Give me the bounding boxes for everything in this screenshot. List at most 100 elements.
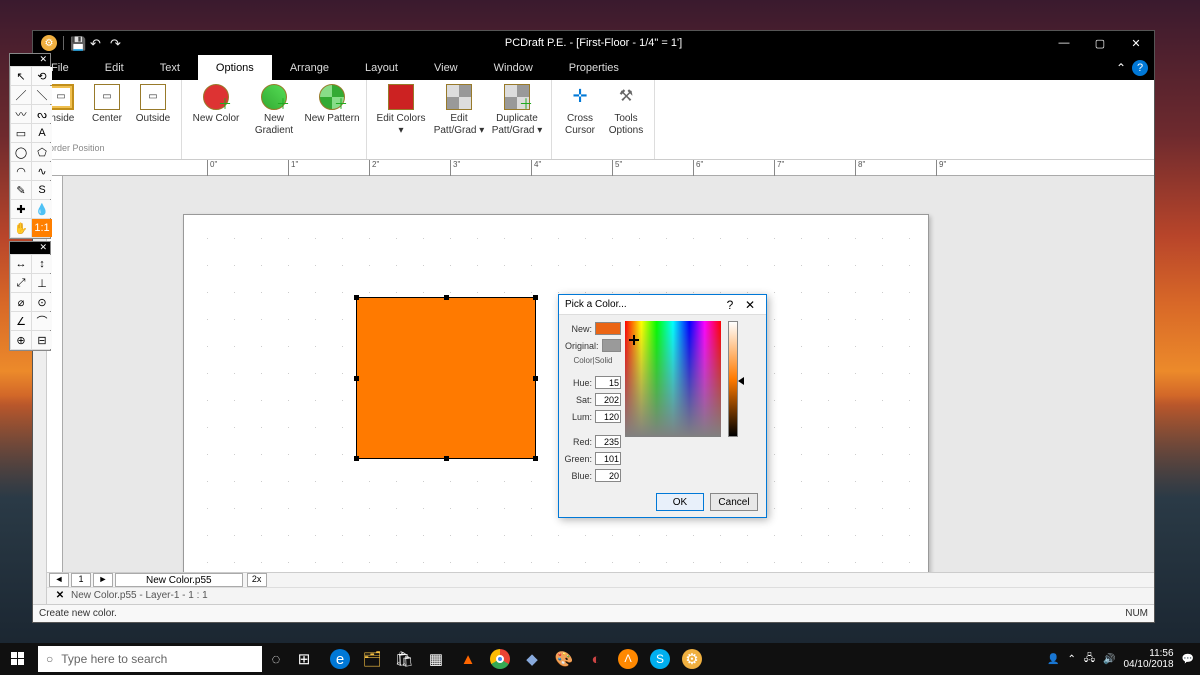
menu-view[interactable]: View (416, 55, 476, 80)
save-icon[interactable]: 💾 (70, 36, 84, 50)
document-tab[interactable]: New Color.p55 (115, 573, 243, 587)
duplicate-pattgrad-button[interactable]: ＋DuplicatePatt/Grad ▾ (489, 82, 545, 143)
undo-icon[interactable]: ↶ (90, 36, 104, 50)
menu-window[interactable]: Window (476, 55, 551, 80)
new-color-button[interactable]: ＋New Color (188, 82, 244, 143)
dialog-close-button[interactable]: ✕ (740, 298, 760, 312)
edit-pattgrad-button[interactable]: EditPatt/Grad ▾ (431, 82, 487, 143)
tool-palette-dimension[interactable]: ✕ ↔↕ ⤢⊥ ⌀⊙ ∠⌒ ⊕⊟ (9, 241, 51, 351)
border-center-button[interactable]: ▭Center (85, 82, 129, 143)
close-doc-button[interactable]: ✕ (53, 590, 67, 601)
dialog-help-button[interactable]: ? (720, 298, 740, 312)
hand-tool[interactable]: ✋ (11, 219, 31, 237)
page-number[interactable]: 1 (71, 573, 91, 587)
menu-edit[interactable]: Edit (87, 55, 142, 80)
dim-diam-tool[interactable]: ⌀ (11, 293, 31, 311)
hue-input[interactable] (595, 376, 621, 389)
menu-arrange[interactable]: Arrange (272, 55, 347, 80)
new-pattern-button[interactable]: ＋New Pattern (304, 82, 360, 143)
dim-v-tool[interactable]: ↕ (32, 255, 52, 273)
pcdraft-taskbar-icon[interactable]: ⚙ (678, 645, 706, 673)
tray-people-icon[interactable]: 👤 (1047, 654, 1059, 665)
cross-cursor-button[interactable]: ✛CrossCursor (558, 82, 602, 143)
selected-rectangle[interactable] (356, 297, 536, 459)
new-gradient-button[interactable]: ＋NewGradient (246, 82, 302, 143)
tray-network-icon[interactable]: 🖧 (1084, 651, 1095, 668)
palette-close-icon[interactable]: ✕ (10, 54, 50, 66)
collapse-ribbon-icon[interactable]: ⌃ (1116, 61, 1126, 75)
curve-tool[interactable]: ∿ (32, 162, 52, 180)
drawing-page[interactable] (183, 214, 929, 572)
text-tool[interactable]: A (32, 124, 52, 142)
dim-radius-tool[interactable]: ⊙ (32, 293, 52, 311)
arc-tool[interactable]: ◠ (11, 162, 31, 180)
vlc-icon[interactable]: ▲ (454, 645, 482, 673)
dim-perp-tool[interactable]: ⊥ (32, 274, 52, 292)
tray-up-icon[interactable]: ⌃ (1067, 654, 1075, 665)
menu-properties[interactable]: Properties (551, 55, 637, 80)
luminance-slider[interactable] (728, 321, 738, 437)
minimize-button[interactable]: — (1046, 31, 1082, 55)
zoom-tool[interactable]: 1:1 (32, 219, 52, 237)
cortana-icon[interactable]: ◌ (262, 645, 290, 673)
polygon-tool[interactable]: ⬠ (32, 143, 52, 161)
ok-button[interactable]: OK (656, 493, 704, 511)
dim-slope-tool[interactable]: ⤢ (11, 274, 31, 292)
freehand-tool[interactable]: ✎ (11, 181, 31, 199)
app7-icon[interactable]: ◐ (582, 645, 610, 673)
help-icon[interactable]: ? (1132, 60, 1148, 76)
explorer-icon[interactable]: 🗂 (358, 645, 386, 673)
pointer-tool[interactable]: ↖ (11, 67, 31, 85)
dim-chain-tool[interactable]: ⊕ (11, 331, 31, 349)
wavy-line-tool[interactable]: 〰 (11, 105, 31, 123)
tools-options-button[interactable]: ⚒ToolsOptions (604, 82, 648, 143)
cancel-button[interactable]: Cancel (710, 493, 758, 511)
bezier-tool[interactable]: S (32, 181, 52, 199)
skype-icon[interactable]: S (646, 645, 674, 673)
app5-icon[interactable]: ◆ (518, 645, 546, 673)
maximize-button[interactable]: ▢ (1082, 31, 1118, 55)
close-button[interactable]: ✕ (1118, 31, 1154, 55)
paint-icon[interactable]: 🎨 (550, 645, 578, 673)
menu-layout[interactable]: Layout (347, 55, 416, 80)
menu-options[interactable]: Options (198, 55, 272, 80)
page-prev-button[interactable]: ◄ (49, 573, 69, 587)
palette2-close-icon[interactable]: ✕ (10, 242, 50, 254)
sat-input[interactable] (595, 393, 621, 406)
tool-palette-main[interactable]: ✕ ↖⟲ ／＼ 〰ᔓ ▭A ◯⬠ ◠∿ ✎S ✚💧 ✋1:1 (9, 53, 51, 239)
taskview-icon[interactable]: ⊞ (290, 645, 318, 673)
canvas[interactable]: Pick a Color... ? ✕ New: Original: Color… (47, 176, 1154, 572)
menu-text[interactable]: Text (142, 55, 198, 80)
zoom-indicator[interactable]: 2x (247, 573, 267, 587)
notifications-icon[interactable]: 💬 (1182, 654, 1194, 665)
green-input[interactable] (595, 452, 621, 465)
clock[interactable]: 11:56 04/10/2018 (1123, 648, 1173, 670)
edit-colors-button[interactable]: Edit Colors▾ (373, 82, 429, 143)
whiteboard-icon[interactable]: ▦ (422, 645, 450, 673)
red-input[interactable] (595, 435, 621, 448)
border-outside-button[interactable]: ▭Outside (131, 82, 175, 143)
rotate-tool[interactable]: ⟲ (32, 67, 52, 85)
rect-tool[interactable]: ▭ (11, 124, 31, 142)
dim-h-tool[interactable]: ↔ (11, 255, 31, 273)
redo-icon[interactable]: ↷ (110, 36, 124, 50)
search-box[interactable]: ○ Type here to search (38, 646, 262, 672)
ellipse-tool[interactable]: ◯ (11, 143, 31, 161)
chrome-icon[interactable] (486, 645, 514, 673)
eyedropper-tool[interactable]: 💧 (32, 200, 52, 218)
tray-volume-icon[interactable]: 🔊 (1103, 654, 1115, 665)
blue-input[interactable] (595, 469, 621, 482)
polyline-tool[interactable]: ᔓ (32, 105, 52, 123)
line2-tool[interactable]: ＼ (32, 86, 52, 104)
store-icon[interactable]: 🛍 (390, 645, 418, 673)
dim-angle-tool[interactable]: ∠ (11, 312, 31, 330)
edge-icon[interactable]: e (326, 645, 354, 673)
marker-tool[interactable]: ✚ (11, 200, 31, 218)
lum-input[interactable] (595, 410, 621, 423)
page-next-button[interactable]: ► (93, 573, 113, 587)
start-button[interactable] (0, 643, 36, 675)
line-tool[interactable]: ／ (11, 86, 31, 104)
dim-arc-tool[interactable]: ⌒ (32, 312, 52, 330)
color-spectrum[interactable] (625, 321, 721, 437)
dim-base-tool[interactable]: ⊟ (32, 331, 52, 349)
